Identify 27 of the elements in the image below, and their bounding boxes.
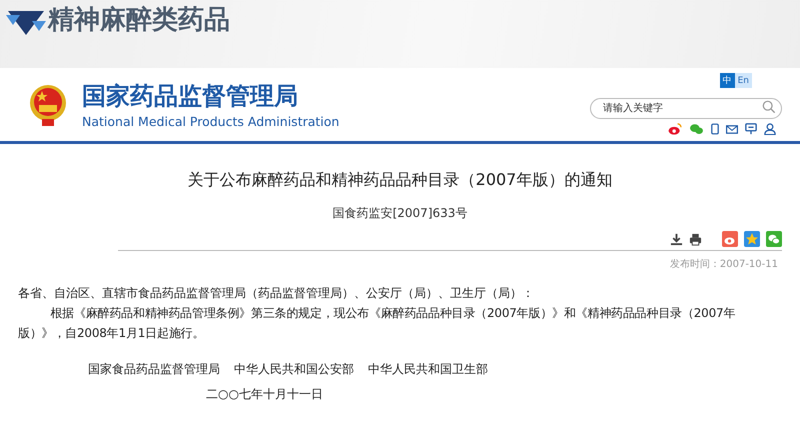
emblem-icon: [28, 82, 68, 126]
mail-icon[interactable]: [726, 124, 738, 134]
weibo-share-icon[interactable]: [722, 231, 738, 247]
search-field[interactable]: 请输入关键字: [590, 98, 782, 119]
phone-icon[interactable]: [711, 123, 719, 135]
message-icon[interactable]: [745, 123, 757, 135]
article-title: 关于公布麻醉药品和精神药品品种目录（2007年版）的通知: [186, 170, 614, 191]
chat-icon[interactable]: [689, 123, 704, 135]
body-paragraph: 根据《麻醉药品和精神药品管理条例》第三条的规定，现公布《麻醉药品品种目录（2007年版）》和《精神药品品种目录（2007年版）》，自2008年1月1日起施行。: [18, 305, 736, 342]
print-icon[interactable]: [689, 232, 702, 246]
user-icon[interactable]: [764, 123, 776, 135]
signing-date: 二○○七年十月十一日: [206, 386, 324, 403]
signatory: 中华人民共和国公安部: [234, 361, 354, 378]
search-icon[interactable]: [762, 100, 776, 114]
agency-name: 国家药品监督管理局: [82, 80, 299, 110]
signatory: 中华人民共和国卫生部: [368, 361, 488, 378]
language-tab[interactable]: En: [734, 73, 752, 88]
salutation: 各省、自治区、直辖市食品药品监督管理局（药品监督管理局）、公安厅（局）、卫生厅（局）：: [18, 285, 535, 302]
signatory: 国家食品药品监督管理局: [88, 361, 220, 378]
agency-name-english: National Medical Products Administration: [82, 114, 340, 128]
publish-date: 发布时间：2007-10-11: [668, 258, 778, 271]
download-icon[interactable]: [670, 232, 683, 246]
document-number: 国食药监安[2007]633号: [332, 205, 468, 222]
banner-title: 精神麻醉类药品: [48, 4, 230, 36]
wechat-share-icon[interactable]: [766, 231, 782, 247]
language-tab[interactable]: 中: [720, 73, 735, 88]
star-share-icon[interactable]: [744, 231, 760, 247]
